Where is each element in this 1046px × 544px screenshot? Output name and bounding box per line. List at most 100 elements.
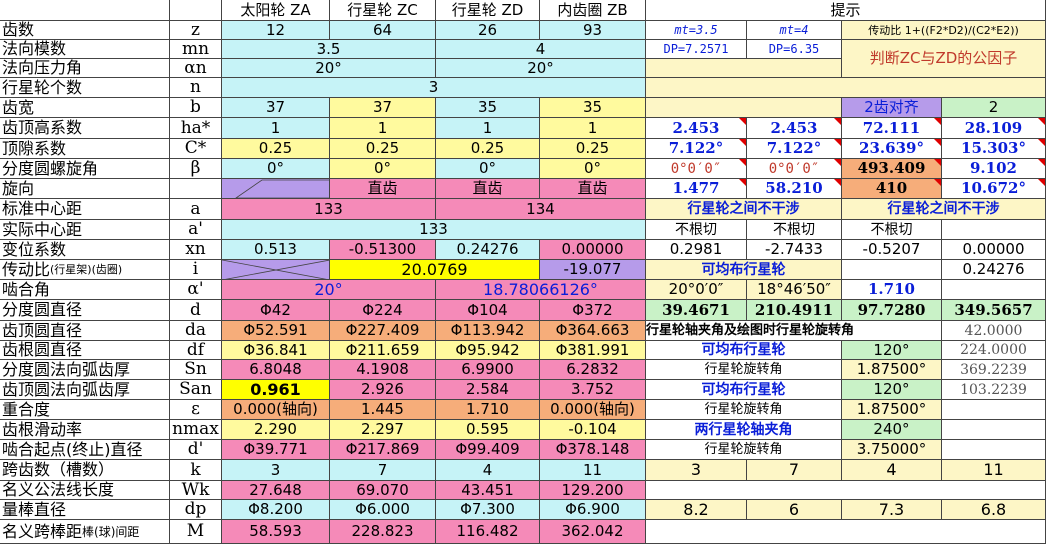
cell-k-planet-d[interactable]: 4 xyxy=(436,460,540,481)
hint-r-k-4[interactable]: 11 xyxy=(942,460,1046,481)
hint-r-beta-4[interactable]: 9.102 xyxy=(942,159,1046,179)
hint-r-aw-2[interactable]: 18°46′50″ xyxy=(747,280,842,300)
cell-da-planet-d[interactable]: Φ113.942 xyxy=(436,321,540,341)
cell-df-sun[interactable]: Φ36.841 xyxy=(222,341,330,360)
hint-mt1[interactable]: mt=3.5 xyxy=(646,21,747,40)
hint-r-beta-1[interactable]: 0°0′0″ xyxy=(646,159,747,179)
symbol-ha[interactable]: ha* xyxy=(170,118,222,139)
cell-m-planet-c[interactable]: 228.823 xyxy=(330,520,436,544)
cell-sn-sun[interactable]: 6.8048 xyxy=(222,360,330,380)
hint-r-k-2[interactable]: 7 xyxy=(747,460,842,481)
cell-dp-planet-d[interactable]: Φ99.409 xyxy=(436,440,540,460)
cell-i-crossed[interactable] xyxy=(222,260,330,280)
label-m[interactable]: 名义跨棒距 棒(球)间距 xyxy=(0,520,170,544)
hint-r-d-1[interactable]: 39.4671 xyxy=(646,300,747,321)
label-da[interactable]: 齿顶圆直径 xyxy=(0,321,170,341)
hint-r-xn-2[interactable]: -2.7433 xyxy=(747,240,842,260)
symbol-c[interactable]: C* xyxy=(170,139,222,159)
symbol-d[interactable]: d xyxy=(170,300,222,321)
cell-eps-planet-c[interactable]: 1.445 xyxy=(330,400,436,420)
symbol-nmax[interactable]: nmax xyxy=(170,420,222,440)
hint-r-dir-3[interactable]: 410 xyxy=(842,179,942,199)
hint-even-3[interactable]: 可均布行星轮 xyxy=(646,380,842,400)
cell-b-planet-d[interactable]: 35 xyxy=(436,98,540,118)
hint-r-ha-1[interactable]: 2.453 xyxy=(646,118,747,139)
hint-r-dir-4[interactable]: 10.672° xyxy=(942,179,1046,199)
symbol-b[interactable]: b xyxy=(170,98,222,118)
cell-wk-sun[interactable]: 27.648 xyxy=(222,481,330,500)
hint-empty-eps[interactable] xyxy=(942,400,1046,420)
cell-c-planet-c[interactable]: 0.25 xyxy=(330,139,436,159)
hint-r-i[interactable]: 0.24276 xyxy=(942,260,1046,280)
cell-sn-ring[interactable]: 6.2832 xyxy=(540,360,646,380)
hint-r-dir-1[interactable]: 1.477 xyxy=(646,179,747,199)
cell-aw-2[interactable]: 18.78066126° xyxy=(436,280,646,300)
hint-angle-title[interactable]: 行星轮轴夹角及绘图时行星轮旋转角 xyxy=(646,321,942,341)
cell-z-planet-c[interactable]: 64 xyxy=(330,21,436,40)
hint-r-k-3[interactable]: 4 xyxy=(842,460,942,481)
label-b[interactable]: 齿宽 xyxy=(0,98,170,118)
hint-two-teeth[interactable]: 2齿对齐 xyxy=(842,98,942,118)
cell-nmax-planet-d[interactable]: 0.595 xyxy=(436,420,540,440)
symbol-n[interactable]: n xyxy=(170,78,222,98)
symbol-a[interactable]: a xyxy=(170,199,222,220)
cell-d-ring[interactable]: Φ372 xyxy=(540,300,646,321)
cell-i-2[interactable]: -19.077 xyxy=(540,260,646,280)
hint-r-xn-1[interactable]: 0.2981 xyxy=(646,240,747,260)
cell-dp-ring[interactable]: Φ378.148 xyxy=(540,440,646,460)
cell-z-planet-d[interactable]: 26 xyxy=(436,21,540,40)
label-xn[interactable]: 变位系数 xyxy=(0,240,170,260)
cell-m-ring[interactable]: 362.042 xyxy=(540,520,646,544)
hint-dp1[interactable]: DP=7.2571 xyxy=(646,40,747,59)
hint-r-da[interactable]: 42.0000 xyxy=(942,321,1046,341)
cell-nmax-planet-c[interactable]: 2.297 xyxy=(330,420,436,440)
header-planet-c[interactable]: 行星轮 ZC xyxy=(330,0,436,21)
cell-dpin-planet-d[interactable]: Φ7.300 xyxy=(436,500,540,520)
hint-empty-m[interactable] xyxy=(646,520,1046,544)
label-i[interactable]: 传动比 (行星架)(齿圈) xyxy=(0,260,170,280)
symbol-dir[interactable] xyxy=(170,179,222,199)
symbol-m[interactable]: M xyxy=(170,520,222,544)
hint-ratio-formula[interactable]: 传动比 1+((F2*D2)/(C2*E2)) xyxy=(842,21,1046,40)
cell-d-sun[interactable]: Φ42 xyxy=(222,300,330,321)
cell-n[interactable]: 3 xyxy=(222,78,646,98)
cell-nmax-ring[interactable]: -0.104 xyxy=(540,420,646,440)
symbol-dp[interactable]: d' xyxy=(170,440,222,460)
cell-beta-planet-d[interactable]: 0° xyxy=(436,159,540,179)
hint-r-c-4[interactable]: 15.303° xyxy=(942,139,1046,159)
hint-r-c-2[interactable]: 7.122° xyxy=(747,139,842,159)
hint-r-san-b[interactable]: 103.2239 xyxy=(942,380,1046,400)
cell-df-planet-c[interactable]: Φ211.659 xyxy=(330,341,436,360)
hint-mt2[interactable]: mt=4 xyxy=(747,21,842,40)
hint-r-beta-3[interactable]: 493.409 xyxy=(842,159,942,179)
hint-even-1[interactable]: 可均布行星轮 xyxy=(646,260,842,280)
cell-eps-sun[interactable]: 0.000(轴向) xyxy=(222,400,330,420)
cell-z-sun[interactable]: 12 xyxy=(222,21,330,40)
symbol-mn[interactable]: mn xyxy=(170,40,222,59)
hint-r-xn-3[interactable]: -0.5207 xyxy=(842,240,942,260)
header-hint[interactable]: 提示 xyxy=(646,0,1046,21)
cell-xn-planet-d[interactable]: 0.24276 xyxy=(436,240,540,260)
cell-dir-planet-d[interactable]: 直齿 xyxy=(436,179,540,199)
symbol-eps[interactable]: ε xyxy=(170,400,222,420)
cell-xn-sun[interactable]: 0.513 xyxy=(222,240,330,260)
cell-dp-sun[interactable]: Φ39.771 xyxy=(222,440,330,460)
hint-empty-wk[interactable] xyxy=(646,481,1046,500)
cell-dp-planet-c[interactable]: Φ217.869 xyxy=(330,440,436,460)
header-planet-d[interactable]: 行星轮 ZD xyxy=(436,0,540,21)
hint-r-df-b[interactable]: 224.0000 xyxy=(942,341,1046,360)
cell-a-1[interactable]: 133 xyxy=(222,199,436,220)
hint-axis-angle[interactable]: 两行星轮轴夹角 xyxy=(646,420,842,440)
cell-nmax-sun[interactable]: 2.290 xyxy=(222,420,330,440)
cell-da-ring[interactable]: Φ364.663 xyxy=(540,321,646,341)
symbol-k[interactable]: k xyxy=(170,460,222,481)
cell-a-2[interactable]: 134 xyxy=(436,199,646,220)
cell-aw-1[interactable]: 20° xyxy=(222,280,436,300)
hint-empty-dp[interactable] xyxy=(942,440,1046,460)
label-dir[interactable]: 旋向 xyxy=(0,179,170,199)
cell-eps-planet-d[interactable]: 1.710 xyxy=(436,400,540,420)
cell-beta-sun[interactable]: 0° xyxy=(222,159,330,179)
cell-ha-ring[interactable]: 1 xyxy=(540,118,646,139)
symbol-aw[interactable]: α' xyxy=(170,280,222,300)
cell-df-planet-d[interactable]: Φ95.942 xyxy=(436,341,540,360)
